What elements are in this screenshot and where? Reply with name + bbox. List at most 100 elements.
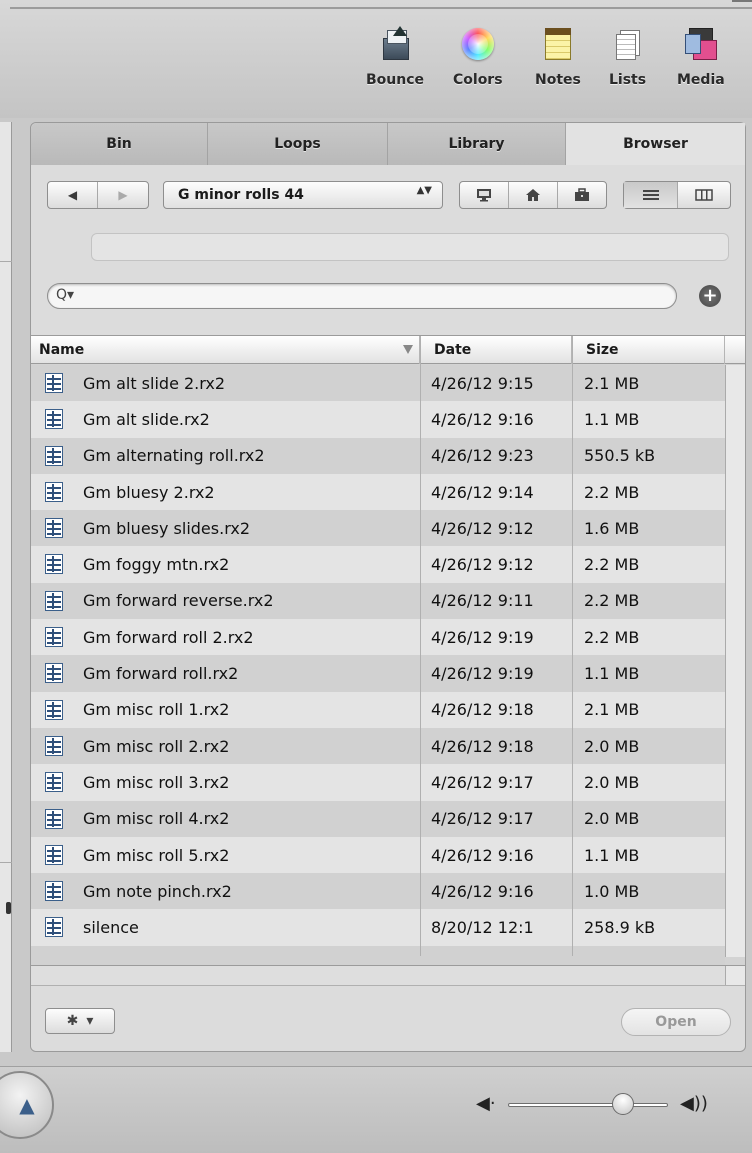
notes-button[interactable]: Notes (535, 26, 581, 106)
table-row[interactable]: Gm alt slide 2.rx2 4/26/12 9:15 2.1 MB (31, 365, 725, 402)
column-view-button[interactable] (678, 182, 730, 208)
volume-low-icon: ◀· (476, 1093, 496, 1114)
table-row[interactable]: Gm foggy mtn.rx2 4/26/12 9:12 2.2 MB (31, 546, 725, 583)
table-row[interactable]: Gm misc roll 3.rx2 4/26/12 9:17 2.0 MB (31, 764, 725, 801)
cell-date: 4/26/12 9:16 (431, 845, 534, 865)
back-button[interactable]: ◀ (48, 182, 98, 208)
list-view-icon (642, 190, 659, 200)
media-label: Media (677, 72, 725, 88)
audio-file-icon (45, 373, 63, 393)
column-header-name[interactable]: Name (31, 336, 420, 364)
action-menu-button[interactable]: ✱ ▾ (45, 1008, 115, 1034)
chevron-down-icon: ▾ (86, 1013, 94, 1029)
volume-slider-knob[interactable] (612, 1093, 635, 1115)
tab-bin[interactable]: Bin (31, 123, 208, 165)
bounce-icon (377, 26, 413, 62)
table-row[interactable]: Gm bluesy 2.rx2 4/26/12 9:14 2.2 MB (31, 473, 725, 511)
colors-button[interactable]: Colors (453, 26, 503, 106)
column-header-size[interactable]: Size (572, 336, 725, 364)
vertical-scrollbar[interactable] (725, 365, 745, 957)
audio-file-icon (45, 735, 63, 756)
cell-date: 4/26/12 9:23 (431, 446, 534, 466)
audio-file-icon (45, 772, 63, 793)
table-row[interactable]: Gm forward roll.rx2 4/26/12 9:19 1.1 MB (31, 655, 725, 692)
cell-name: Gm misc roll 2.rx2 (83, 736, 230, 756)
transport-strip: ▲ ◀· ◀)) (0, 1066, 752, 1153)
table-row[interactable]: Gm misc roll 4.rx2 4/26/12 9:17 2.0 MB (31, 800, 725, 837)
cell-date: 4/26/12 9:12 (431, 518, 534, 538)
file-table: Name Date Size Gm alt slide 2.rx2 4/26/12… (31, 335, 745, 985)
search-field[interactable]: Q▾ (47, 283, 677, 309)
tab-loops[interactable]: Loops (208, 123, 388, 165)
shortcut-control (459, 181, 607, 209)
cell-name: Gm alt slide.rx2 (83, 409, 210, 429)
table-row[interactable]: Gm forward roll 2.rx2 4/26/12 9:19 2.2 MB (31, 619, 725, 656)
table-row[interactable]: silence 8/20/12 12:1 258.9 kB (31, 909, 725, 946)
cell-size: 2.0 MB (584, 772, 640, 792)
cell-name: Gm forward reverse.rx2 (83, 591, 274, 611)
cell-size: 2.2 MB (584, 555, 640, 575)
table-row[interactable]: Gm misc roll 2.rx2 4/26/12 9:18 2.0 MB (31, 727, 725, 765)
lists-label: Lists (609, 72, 647, 88)
cell-date: 4/26/12 9:15 (431, 373, 534, 393)
cell-name: Gm note pinch.rx2 (83, 881, 232, 901)
audio-file-icon (45, 844, 63, 865)
add-button[interactable]: + (699, 285, 721, 307)
volume-slider[interactable] (508, 1103, 668, 1107)
cell-size: 2.0 MB (584, 809, 640, 829)
home-button[interactable] (509, 182, 558, 208)
cell-size: 1.1 MB (584, 845, 640, 865)
table-row[interactable]: Gm alt slide.rx2 4/26/12 9:16 1.1 MB (31, 401, 725, 438)
media-button[interactable]: Media (677, 26, 725, 106)
navigation-row: ◀ ▶ G minor rolls 44 ▲▼ (47, 181, 737, 209)
table-row[interactable]: Gm alternating roll.rx2 4/26/12 9:23 550.5… (31, 437, 725, 474)
toolbar: Bounce Colors Notes Lists Media (0, 0, 752, 118)
cell-size: 2.2 MB (584, 591, 640, 611)
tab-browser-label: Browser (623, 136, 688, 152)
table-row[interactable]: Gm misc roll 1.rx2 4/26/12 9:18 2.1 MB (31, 691, 725, 728)
audio-file-icon (45, 445, 63, 466)
cell-name: silence (83, 918, 139, 938)
cell-date: 4/26/12 9:16 (431, 409, 534, 429)
computer-button[interactable] (460, 182, 509, 208)
cell-date: 4/26/12 9:14 (431, 482, 534, 502)
back-forward-control: ◀ ▶ (47, 181, 149, 209)
location-popup[interactable]: G minor rolls 44 ▲▼ (163, 181, 443, 209)
cell-size: 2.2 MB (584, 482, 640, 502)
table-row[interactable]: Gm forward reverse.rx2 4/26/12 9:11 2.2 MB (31, 582, 725, 620)
eject-button[interactable]: ▲ (0, 1071, 54, 1139)
open-button[interactable]: Open (621, 1008, 731, 1036)
table-row[interactable]: Gm bluesy slides.rx2 4/26/12 9:12 1.6 MB (31, 510, 725, 547)
table-header: Name Date Size (31, 336, 745, 364)
open-label: Open (655, 1014, 697, 1030)
list-view-button[interactable] (624, 182, 678, 208)
tab-browser[interactable]: Browser (566, 123, 745, 165)
cell-name: Gm foggy mtn.rx2 (83, 555, 230, 575)
lists-button[interactable]: Lists (609, 26, 646, 106)
updown-arrows-icon: ▲▼ (416, 185, 432, 196)
cell-size: 550.5 kB (584, 446, 656, 466)
forward-button[interactable]: ▶ (98, 182, 148, 208)
tab-library[interactable]: Library (388, 123, 566, 165)
eject-icon: ▲ (19, 1093, 35, 1117)
cell-name: Gm forward roll.rx2 (83, 664, 239, 684)
cell-name: Gm misc roll 5.rx2 (83, 845, 230, 865)
toolbar-top-border (10, 7, 752, 9)
audio-file-icon (45, 481, 63, 502)
lists-icon (610, 26, 646, 62)
cell-size: 1.1 MB (584, 664, 640, 684)
audio-file-icon (45, 590, 63, 611)
cell-date: 4/26/12 9:11 (431, 591, 534, 611)
search-icon[interactable]: Q▾ (56, 287, 74, 303)
cell-name: Gm misc roll 1.rx2 (83, 700, 230, 720)
briefcase-button[interactable] (558, 182, 606, 208)
bounce-button[interactable]: Bounce (366, 26, 424, 106)
background-window-marker (6, 902, 11, 914)
table-row[interactable]: Gm misc roll 5.rx2 4/26/12 9:16 1.1 MB (31, 836, 725, 874)
cell-name: Gm alternating roll.rx2 (83, 446, 265, 466)
column-header-date[interactable]: Date (420, 336, 572, 364)
table-row[interactable]: Gm note pinch.rx2 4/26/12 9:16 1.0 MB (31, 873, 725, 910)
view-mode-control (623, 181, 731, 209)
cell-date: 4/26/12 9:17 (431, 809, 534, 829)
horizontal-scrollbar[interactable] (31, 965, 745, 985)
